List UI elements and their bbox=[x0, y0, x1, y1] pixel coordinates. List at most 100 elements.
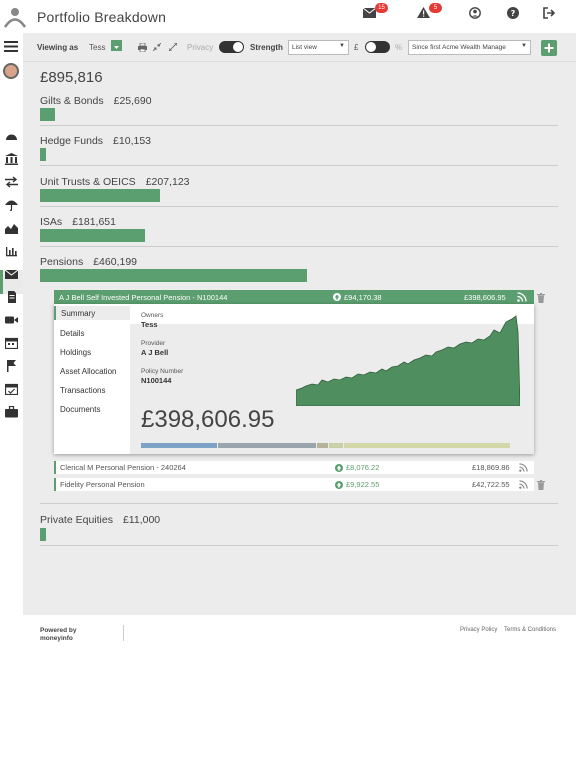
category-bar[interactable] bbox=[40, 528, 46, 541]
provider-label: Provider bbox=[141, 340, 166, 347]
video-icon[interactable] bbox=[5, 314, 18, 326]
sub-pension-row[interactable]: Fidelity Personal Pension £9,922.55 £42,… bbox=[54, 478, 534, 491]
shrink-icon[interactable] bbox=[153, 43, 161, 51]
currency-percent-toggle[interactable] bbox=[365, 41, 390, 53]
view-select[interactable]: List view ▼ bbox=[288, 40, 349, 55]
category-bar[interactable] bbox=[40, 229, 145, 242]
schedule-icon[interactable] bbox=[5, 383, 18, 395]
sub-pension-row[interactable]: Clerical M Personal Pension - 240264 £8,… bbox=[54, 461, 534, 474]
transfer-icon[interactable] bbox=[5, 176, 18, 188]
profile-button[interactable] bbox=[469, 6, 489, 22]
owners-label: Owners bbox=[141, 312, 164, 319]
document-icon[interactable] bbox=[5, 291, 18, 303]
rss-icon[interactable] bbox=[519, 480, 528, 489]
main-content: £895,816 Gilts & Bonds £25,690 Hedge Fund… bbox=[23, 62, 576, 615]
briefcase-icon[interactable] bbox=[5, 406, 18, 418]
allocation-segment bbox=[218, 443, 316, 448]
category-bar[interactable] bbox=[40, 148, 46, 161]
since-select-value: Since first Acme Wealth Manage bbox=[412, 44, 506, 51]
privacy-policy-link[interactable]: Privacy Policy bbox=[460, 627, 497, 633]
category-value: £460,199 bbox=[93, 256, 137, 268]
pension-growth: £94,170.38 bbox=[344, 293, 382, 302]
allocation-segment bbox=[329, 443, 343, 448]
pension-value: £398,606.95 bbox=[464, 293, 506, 302]
category-label[interactable]: Hedge Funds £10,153 bbox=[40, 135, 151, 147]
footer: Powered by moneyinfo Privacy Policy Term… bbox=[0, 615, 576, 768]
help-button[interactable]: ? bbox=[507, 6, 527, 22]
growth-icon bbox=[333, 293, 341, 301]
pension-tabs: Summary Details Holdings Asset Allocatio… bbox=[54, 304, 130, 454]
area-chart-icon[interactable] bbox=[5, 222, 18, 234]
rss-icon[interactable] bbox=[519, 463, 528, 472]
alert-button[interactable]: 5 bbox=[417, 3, 442, 22]
allocation-segment bbox=[141, 443, 217, 448]
tab-asset-allocation[interactable]: Asset Allocation bbox=[60, 367, 116, 376]
divider bbox=[40, 165, 558, 166]
percent-label: % bbox=[395, 43, 403, 52]
umbrella-icon[interactable] bbox=[5, 199, 18, 211]
tab-details[interactable]: Details bbox=[60, 329, 84, 338]
category-label[interactable]: ISAs £181,651 bbox=[40, 216, 116, 228]
logo-icon bbox=[4, 8, 26, 28]
footer-divider bbox=[123, 625, 124, 641]
viewing-as-dropdown[interactable] bbox=[111, 40, 122, 51]
flag-icon[interactable] bbox=[5, 360, 18, 372]
category-label[interactable]: Unit Trusts & OEICS £207,123 bbox=[40, 176, 190, 188]
mail-count-badge: 15 bbox=[375, 3, 388, 13]
divider bbox=[40, 503, 558, 504]
category-bar[interactable] bbox=[40, 108, 55, 121]
tab-summary[interactable]: Summary bbox=[61, 309, 95, 318]
bank-icon[interactable] bbox=[5, 153, 18, 165]
expand-icon[interactable] bbox=[169, 43, 177, 51]
tab-holdings[interactable]: Holdings bbox=[60, 348, 91, 357]
category-label[interactable]: Pensions £460,199 bbox=[40, 256, 137, 268]
allocation-bar bbox=[141, 443, 510, 448]
top-header: Portfolio Breakdown 15 5 ? bbox=[0, 0, 576, 33]
menu-icon[interactable] bbox=[4, 41, 18, 52]
category-value: £207,123 bbox=[145, 176, 190, 188]
mail-button[interactable]: 15 bbox=[363, 3, 388, 22]
category-label[interactable]: Private Equities £11,000 bbox=[40, 514, 160, 526]
viewing-as-value: Tess bbox=[89, 43, 106, 52]
trash-icon[interactable] bbox=[537, 480, 545, 490]
tab-documents[interactable]: Documents bbox=[60, 405, 100, 414]
privacy-toggle[interactable] bbox=[219, 41, 244, 53]
category-label[interactable]: Gilts & Bonds £25,690 bbox=[40, 95, 152, 107]
pension-big-value: £398,606.95 bbox=[141, 406, 275, 433]
sub-pension-growth: £9,922.55 bbox=[346, 480, 380, 489]
trash-icon[interactable] bbox=[537, 293, 545, 303]
pension-detail-card: Summary Details Holdings Asset Allocatio… bbox=[54, 304, 534, 454]
since-select[interactable]: Since first Acme Wealth Manage ▼ bbox=[408, 40, 531, 55]
bar-chart-icon[interactable] bbox=[5, 245, 18, 257]
category-name: ISAs bbox=[40, 216, 63, 228]
category-value: £25,690 bbox=[113, 95, 152, 107]
envelope-icon[interactable] bbox=[5, 268, 18, 280]
avatar[interactable] bbox=[3, 63, 19, 79]
pension-header-row[interactable]: A J Bell Self Invested Personal Pension … bbox=[54, 290, 534, 304]
alert-count-badge: 5 bbox=[429, 3, 442, 13]
sub-pension-name: Fidelity Personal Pension bbox=[60, 480, 145, 489]
print-icon[interactable] bbox=[138, 43, 147, 52]
logout-button[interactable] bbox=[543, 6, 563, 22]
category-bar[interactable] bbox=[40, 189, 160, 202]
page-title: Portfolio Breakdown bbox=[37, 9, 167, 25]
owners-value: Tess bbox=[141, 320, 158, 329]
svg-text:?: ? bbox=[511, 9, 516, 18]
sub-pension-value: £42,722.55 bbox=[472, 480, 510, 489]
category-value: £11,000 bbox=[122, 514, 161, 526]
category-name: Private Equities bbox=[40, 514, 113, 526]
divider bbox=[40, 545, 558, 546]
add-button[interactable] bbox=[541, 40, 557, 56]
growth-icon bbox=[335, 481, 343, 489]
terms-link[interactable]: Terms & Conditions bbox=[504, 627, 556, 633]
tab-transactions[interactable]: Transactions bbox=[60, 386, 106, 395]
calendar-icon[interactable] bbox=[5, 337, 18, 349]
pension-value-chart bbox=[296, 315, 520, 406]
dashboard-icon[interactable] bbox=[5, 130, 18, 142]
mail-icon bbox=[363, 8, 376, 18]
user-icon bbox=[469, 7, 481, 19]
privacy-label: Privacy bbox=[187, 43, 214, 52]
rss-icon[interactable] bbox=[517, 292, 527, 302]
category-bar[interactable] bbox=[40, 269, 307, 282]
allocation-segment bbox=[317, 443, 328, 448]
